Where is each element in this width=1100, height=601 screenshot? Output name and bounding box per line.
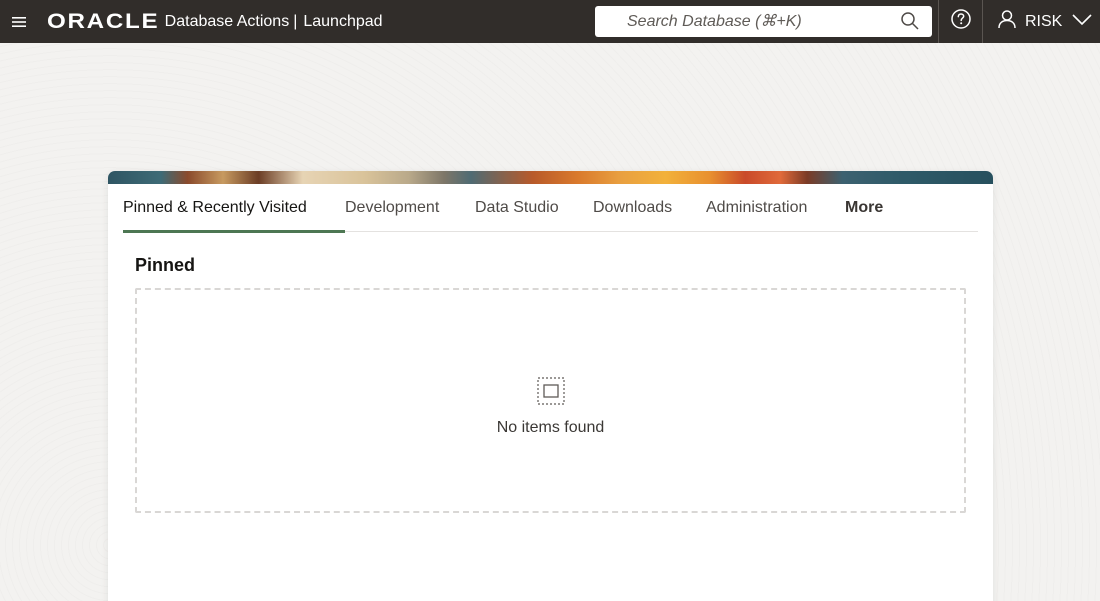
launchpad-tabs: Pinned & Recently Visited Development Da… bbox=[123, 184, 978, 233]
search-box bbox=[595, 6, 932, 37]
empty-state-message: No items found bbox=[496, 419, 605, 436]
tab-development[interactable]: Development bbox=[345, 184, 475, 232]
user-icon bbox=[997, 9, 1017, 34]
tab-downloads[interactable]: Downloads bbox=[593, 184, 706, 232]
app-name: Database Actions bbox=[164, 12, 290, 30]
hamburger-icon[interactable] bbox=[0, 0, 38, 43]
search-input[interactable] bbox=[595, 7, 885, 36]
tab-administration[interactable]: Administration bbox=[706, 184, 845, 232]
pinned-section-title: Pinned bbox=[135, 255, 196, 275]
title-separator: | bbox=[293, 12, 298, 30]
tab-more[interactable]: More bbox=[845, 184, 905, 232]
launchpad-card: Pinned & Recently Visited Development Da… bbox=[108, 171, 993, 601]
tab-data-studio[interactable]: Data Studio bbox=[475, 184, 593, 232]
app-title: Database Actions | Launchpad bbox=[165, 13, 383, 31]
tab-pinned-recently-visited[interactable]: Pinned & Recently Visited bbox=[123, 184, 345, 233]
search-icon[interactable] bbox=[900, 11, 920, 36]
user-menu[interactable]: RISK bbox=[982, 0, 1100, 43]
empty-box-icon bbox=[537, 377, 565, 410]
help-icon bbox=[950, 8, 972, 35]
help-button[interactable] bbox=[938, 0, 982, 43]
page-name: Launchpad bbox=[303, 12, 383, 30]
oracle-logo[interactable]: ORACLE bbox=[47, 10, 159, 34]
chevron-down-icon bbox=[1072, 13, 1092, 31]
top-header: ORACLE Database Actions | Launchpad Sear… bbox=[0, 0, 1100, 43]
user-name: RISK bbox=[1025, 12, 1063, 30]
pinned-empty-state: No items found bbox=[135, 288, 966, 513]
decorative-banner bbox=[108, 171, 993, 184]
